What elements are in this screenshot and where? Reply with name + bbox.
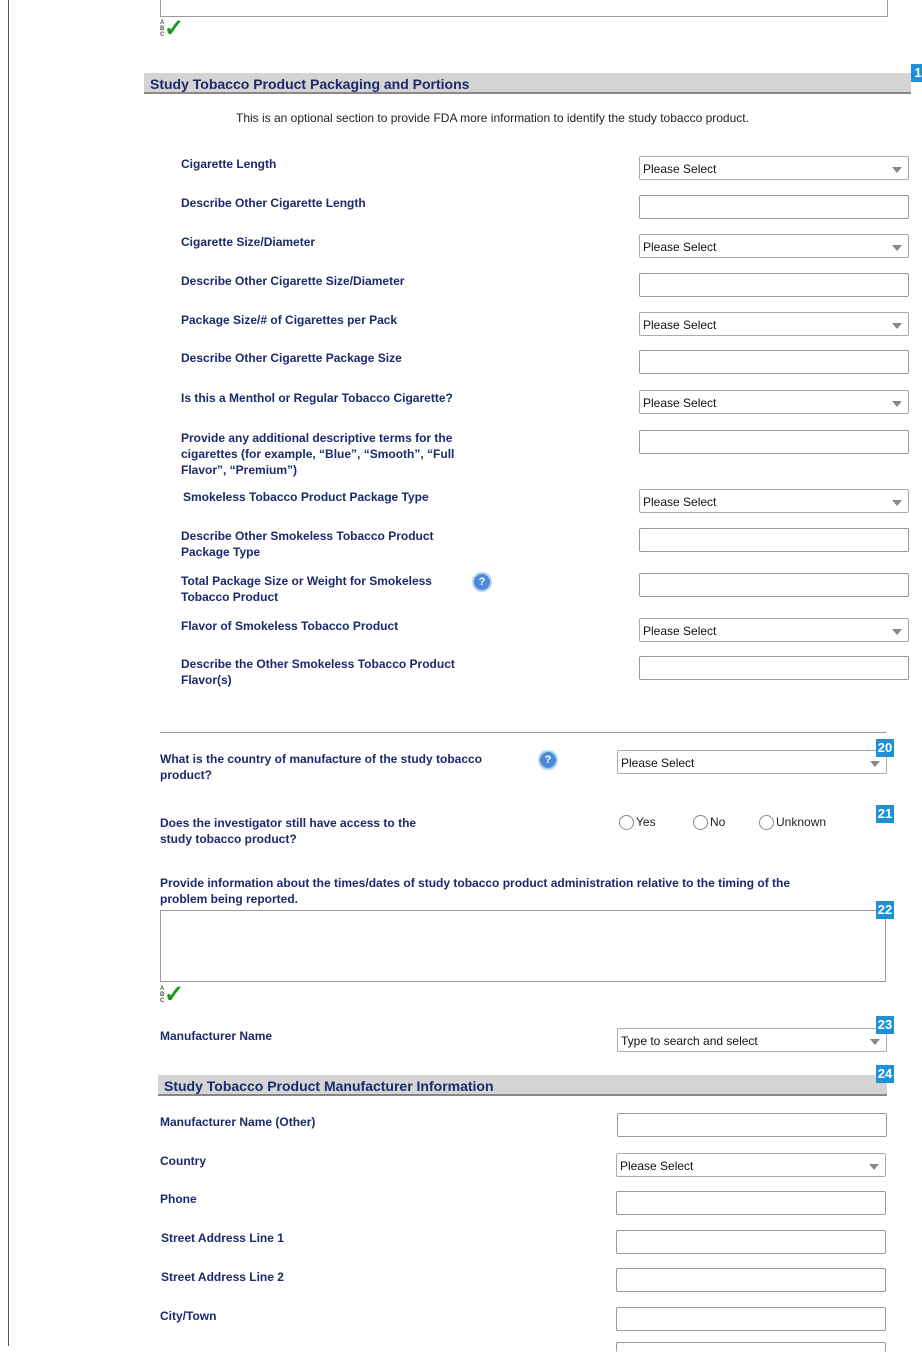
spellcheck-icon[interactable]: A B C ✓	[160, 15, 190, 44]
descriptive-terms-label: Provide any additional descriptive terms…	[181, 431, 455, 477]
administration-timing-textarea[interactable]	[160, 910, 886, 982]
smokeless-weight-label: Total Package Size or Weight for Smokele…	[181, 574, 432, 604]
question-number-badge: 22	[876, 901, 894, 919]
cigarette-length-select[interactable]: Please Select	[639, 156, 909, 180]
chevron-down-icon	[884, 619, 908, 641]
street-address-2-label: Street Address Line 2	[161, 1270, 284, 1284]
city-input[interactable]	[616, 1307, 886, 1331]
manufacturer-name-search[interactable]: Type to search and select	[617, 1028, 887, 1052]
chevron-down-icon	[884, 157, 908, 179]
smokeless-package-type-label: Smokeless Tobacco Product Package Type	[183, 490, 429, 504]
question-number-badge: 24	[876, 1065, 894, 1083]
street-address-1-input[interactable]	[616, 1230, 886, 1254]
section-header-packaging: Study Tobacco Product Packaging and Port…	[144, 73, 911, 94]
menthol-select[interactable]: Please Select	[639, 390, 909, 414]
question-number-badge: 23	[876, 1016, 894, 1034]
smokeless-weight-input[interactable]	[639, 573, 909, 597]
manufacturer-other-label: Manufacturer Name (Other)	[160, 1115, 316, 1129]
cigarette-length-other-label: Describe Other Cigarette Length	[181, 196, 366, 210]
smokeless-package-type-select[interactable]: Please Select	[639, 489, 909, 513]
section-title: Study Tobacco Product Manufacturer Infor…	[164, 1078, 494, 1094]
radio-unknown[interactable]: Unknown	[759, 815, 826, 831]
question-number-badge: 21	[876, 805, 894, 823]
investigator-access-label: Does the investigator still have access …	[160, 816, 417, 846]
radio-yes[interactable]: Yes	[619, 815, 656, 831]
cigarette-size-label: Cigarette Size/Diameter	[181, 235, 316, 249]
smokeless-flavor-other-label: Describe the Other Smokeless Tobacco Pro…	[181, 657, 455, 687]
cigarette-size-other-input[interactable]	[639, 273, 909, 297]
cigarette-size-select[interactable]: Please Select	[639, 234, 909, 258]
radio-no[interactable]: No	[693, 815, 725, 831]
chevron-down-icon	[884, 391, 908, 413]
street-address-2-input[interactable]	[616, 1268, 886, 1292]
administration-timing-label: Provide information about the times/date…	[160, 876, 791, 906]
country-select[interactable]: Please Select	[616, 1153, 886, 1177]
cigarette-size-other-label: Describe Other Cigarette Size/Diameter	[181, 274, 405, 288]
menthol-label: Is this a Menthol or Regular Tobacco Cig…	[181, 391, 453, 405]
previous-textarea[interactable]	[160, 0, 888, 17]
page-border	[8, 0, 9, 1346]
help-icon[interactable]: ?	[538, 750, 558, 770]
package-size-label: Package Size/# of Cigarettes per Pack	[181, 313, 398, 327]
smokeless-flavor-label: Flavor of Smokeless Tobacco Product	[181, 619, 399, 633]
package-size-other-input[interactable]	[639, 350, 909, 374]
radio-circle-icon	[693, 815, 708, 831]
radio-circle-icon	[759, 815, 774, 831]
section-title: Study Tobacco Product Packaging and Port…	[150, 76, 470, 92]
country-of-manufacture-select[interactable]: Please Select	[617, 750, 887, 774]
smokeless-flavor-other-input[interactable]	[639, 656, 909, 680]
country-label: Country	[160, 1154, 206, 1168]
section-intro-text: This is an optional section to provide F…	[236, 111, 749, 125]
phone-label: Phone	[160, 1192, 197, 1206]
chevron-down-icon	[884, 490, 908, 512]
smokeless-flavor-select[interactable]: Please Select	[639, 618, 909, 642]
city-label: City/Town	[160, 1309, 217, 1323]
question-number-badge: 20	[876, 739, 894, 757]
smokeless-package-type-other-input[interactable]	[639, 528, 909, 552]
section-header-manufacturer: Study Tobacco Product Manufacturer Infor…	[158, 1075, 887, 1096]
phone-input[interactable]	[616, 1191, 886, 1215]
chevron-down-icon	[861, 1154, 885, 1176]
chevron-down-icon	[884, 235, 908, 257]
spellcheck-icon[interactable]: A B C ✓	[160, 981, 190, 1010]
next-input-partial[interactable]	[616, 1342, 886, 1352]
manufacturer-name-label: Manufacturer Name	[160, 1029, 273, 1043]
cigarette-length-label: Cigarette Length	[181, 157, 277, 171]
street-address-1-label: Street Address Line 1	[161, 1231, 284, 1245]
smokeless-package-type-other-label: Describe Other Smokeless Tobacco Product…	[181, 529, 434, 559]
cigarette-length-other-input[interactable]	[639, 195, 909, 219]
manufacturer-other-input[interactable]	[617, 1113, 887, 1137]
package-size-select[interactable]: Please Select	[639, 312, 909, 336]
chevron-down-icon	[884, 313, 908, 335]
descriptive-terms-input[interactable]	[639, 430, 909, 454]
package-size-other-label: Describe Other Cigarette Package Size	[181, 351, 402, 365]
section-divider	[160, 732, 886, 733]
help-icon[interactable]: ?	[472, 572, 492, 592]
question-number-badge: 1	[911, 64, 922, 82]
radio-circle-icon	[619, 815, 634, 831]
country-of-manufacture-label: What is the country of manufacture of th…	[160, 752, 483, 782]
